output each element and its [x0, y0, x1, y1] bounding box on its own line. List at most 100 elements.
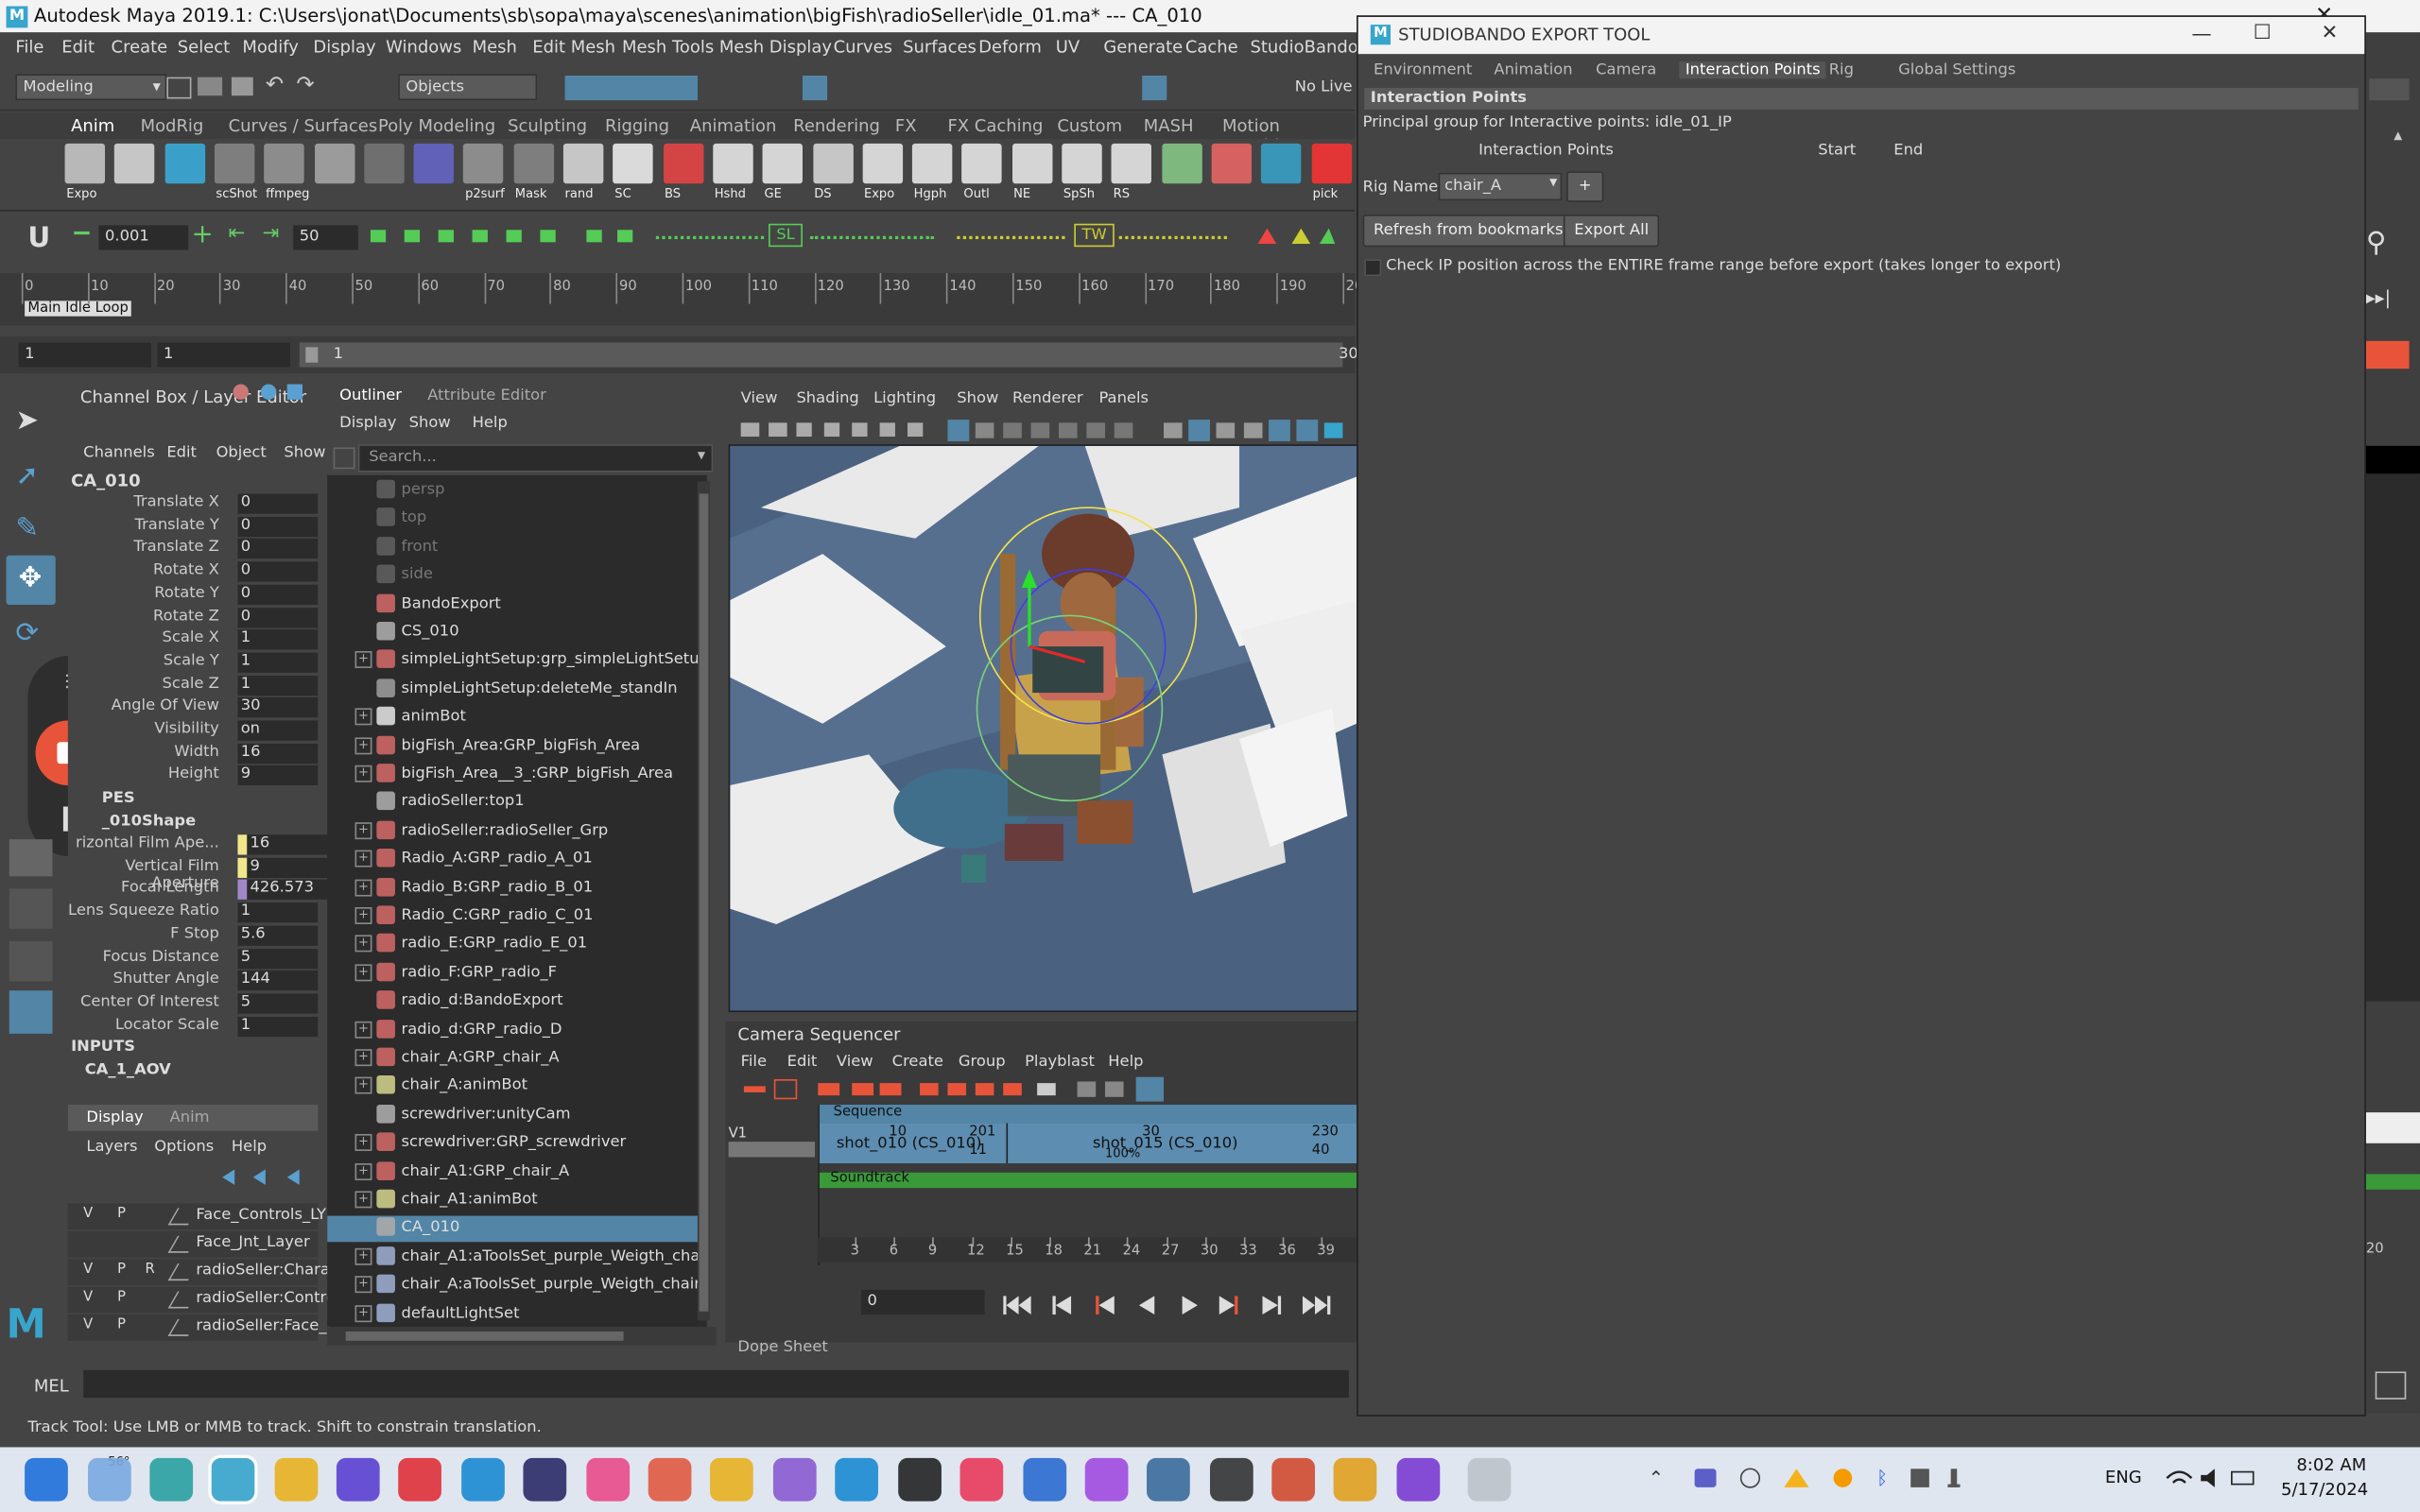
taskbar-onenote-icon[interactable]	[835, 1457, 878, 1502]
menu-curves[interactable]: Curves	[834, 37, 892, 57]
viewport-menu-view[interactable]: View	[741, 390, 778, 407]
shelf-button-ne[interactable]	[1011, 143, 1052, 184]
menu-display[interactable]: Display	[313, 37, 375, 57]
channel-value[interactable]: 0	[237, 584, 319, 605]
taskbar-maya-icon[interactable]	[208, 1454, 258, 1504]
taskbar-copilot-icon[interactable]	[149, 1457, 194, 1502]
open-scene-icon[interactable]	[197, 77, 223, 96]
layer-row[interactable]: V P Face_Controls_LYI	[67, 1203, 331, 1230]
rig-name-dropdown[interactable]: chair_A ▾	[1438, 172, 1563, 201]
export-all-button[interactable]: Export All	[1563, 214, 1660, 248]
viewport-menu-lighting[interactable]: Lighting	[873, 390, 936, 407]
channel-value[interactable]: 0	[237, 493, 319, 514]
tw-toggle[interactable]: TW	[1074, 223, 1115, 248]
shots-track[interactable]: shot_010 (CS_010) 201 11 10 shot_015 (CS…	[818, 1123, 1358, 1164]
export-tab-interaction-points[interactable]: Interaction Points	[1679, 61, 1827, 79]
shape-channel-value[interactable]: 1	[237, 902, 319, 923]
layer-menu-options[interactable]: Options	[154, 1139, 214, 1156]
shelf-button-tool-5[interactable]	[314, 143, 354, 184]
shape-channel-value[interactable]: 9	[237, 857, 328, 878]
layer-visible-toggle[interactable]: V	[83, 1317, 93, 1332]
layer-name[interactable]: Face_Controls_LYI	[196, 1207, 330, 1224]
channel-value[interactable]: on	[237, 720, 319, 741]
expand-icon[interactable]: +	[354, 1134, 372, 1152]
outliner-hscrollbar[interactable]	[327, 1327, 717, 1346]
export-tab-animation[interactable]: Animation	[1494, 61, 1572, 78]
scroll-up-icon[interactable]: ▴	[2394, 125, 2402, 145]
taskbar-app-img-icon[interactable]	[1147, 1457, 1190, 1502]
channel-menu-object[interactable]: Object	[216, 444, 267, 461]
layer-reference-toggle[interactable]: R	[145, 1263, 154, 1278]
menu-mesh-display[interactable]: Mesh Display	[719, 37, 832, 57]
shelf-button-tool-22[interactable]	[1161, 143, 1202, 184]
menu-mesh-tools[interactable]: Mesh Tools	[622, 37, 714, 57]
layer-playback-toggle[interactable]: P	[117, 1263, 126, 1278]
taskbar-music-icon[interactable]	[959, 1457, 1004, 1502]
shelf-button-pick[interactable]	[1310, 143, 1352, 184]
outliner-item[interactable]: radioSeller:top1	[327, 791, 698, 817]
magnet-icon[interactable]: U	[27, 222, 50, 254]
shape-channel-value[interactable]: 144	[237, 971, 319, 991]
render-icon[interactable]	[1142, 75, 1167, 101]
minus-icon[interactable]	[74, 231, 90, 235]
viewport-menu-show[interactable]: Show	[957, 390, 998, 407]
layout-outliner-icon[interactable]	[9, 990, 53, 1034]
shelf-tab-poly-modeling[interactable]: Poly Modeling	[378, 115, 495, 135]
shelf-button-mask[interactable]	[513, 143, 554, 184]
shape-channel-value[interactable]: 5	[237, 948, 319, 969]
undo-icon[interactable]: ↶	[266, 73, 284, 97]
expand-icon[interactable]: +	[354, 736, 372, 754]
viewport-toolbar[interactable]	[735, 417, 1352, 444]
export-tab-environment[interactable]: Environment	[1374, 61, 1472, 78]
layer-name[interactable]: Face_Jnt_Layer	[196, 1234, 309, 1251]
expand-icon[interactable]: +	[354, 708, 372, 726]
outliner-item[interactable]: top	[327, 507, 698, 533]
sequencer-menu-group[interactable]: Group	[959, 1054, 1006, 1071]
skip-end-icon[interactable]: ▸▸|	[2366, 287, 2391, 309]
shelf-button-hshd[interactable]	[713, 143, 753, 184]
shelf-button-scshot[interactable]	[214, 143, 255, 184]
move-tool-icon[interactable]: ✥	[6, 555, 56, 605]
outliner-item[interactable]: + radio_E:GRP_radio_E_01	[327, 933, 698, 959]
key-left-icon[interactable]: ⇤	[229, 222, 246, 245]
taskbar-app-g-icon[interactable]	[1396, 1457, 1441, 1502]
outliner-item[interactable]: + bigFish_Area:GRP_bigFish_Area	[327, 733, 698, 760]
key-right-icon[interactable]: ⇥	[263, 222, 280, 245]
taskbar-7zip-icon[interactable]	[898, 1457, 942, 1502]
layer-row[interactable]: Face_Jnt_Layer	[67, 1230, 319, 1258]
shelf-button-bs[interactable]	[663, 143, 703, 184]
layer-playback-toggle[interactable]: P	[117, 1207, 126, 1222]
shelf-tab-custom[interactable]: Custom	[1057, 115, 1122, 135]
shelf-tab-modrig[interactable]: ModRig	[141, 115, 204, 135]
outliner-item[interactable]: front	[327, 535, 698, 561]
expand-icon[interactable]: +	[354, 1247, 372, 1265]
outliner-item[interactable]: + chair_A1:animBot	[327, 1188, 698, 1214]
clock-time[interactable]: 8:02 AM	[2296, 1455, 2366, 1475]
shelf-tab-rigging[interactable]: Rigging	[605, 115, 669, 135]
outliner-item[interactable]: + bigFish_Area__3_:GRP_bigFish_Area	[327, 763, 698, 789]
sequencer-menu-edit[interactable]: Edit	[787, 1054, 818, 1071]
layer-tab-anim[interactable]: Anim	[170, 1109, 210, 1126]
taskbar-vivaldi-icon[interactable]	[398, 1457, 441, 1502]
menu-surfaces[interactable]: Surfaces	[903, 37, 977, 57]
outliner-item[interactable]: radio_d:BandoExport	[327, 989, 698, 1016]
menu-create[interactable]: Create	[112, 37, 168, 57]
expand-icon[interactable]: +	[354, 1162, 372, 1180]
viewport-menu-panels[interactable]: Panels	[1098, 390, 1149, 407]
track-controls[interactable]	[728, 1142, 816, 1158]
channel-box-icons[interactable]	[232, 380, 309, 404]
mel-label[interactable]: MEL	[34, 1376, 69, 1396]
save-scene-icon[interactable]	[231, 77, 253, 96]
shelf-button-expo[interactable]	[862, 143, 903, 184]
menu-edit-mesh[interactable]: Edit Mesh	[532, 37, 615, 57]
outliner-item[interactable]: + chair_A:GRP_chair_A	[327, 1046, 698, 1073]
menu-modify[interactable]: Modify	[242, 37, 299, 57]
taskbar-snip-icon[interactable]	[1023, 1457, 1067, 1502]
expand-icon[interactable]: +	[354, 1304, 372, 1322]
expand-icon[interactable]: +	[354, 1049, 372, 1067]
sequencer-menu-create[interactable]: Create	[892, 1054, 943, 1071]
time-slider[interactable]: Main Idle Loop 0 10 20 30 40 50 60 70 80 90 100 110…	[0, 272, 1373, 326]
filter-icon[interactable]	[333, 447, 355, 470]
close-icon[interactable]: ✕	[2322, 22, 2339, 44]
channel-value[interactable]: 0	[237, 516, 319, 537]
